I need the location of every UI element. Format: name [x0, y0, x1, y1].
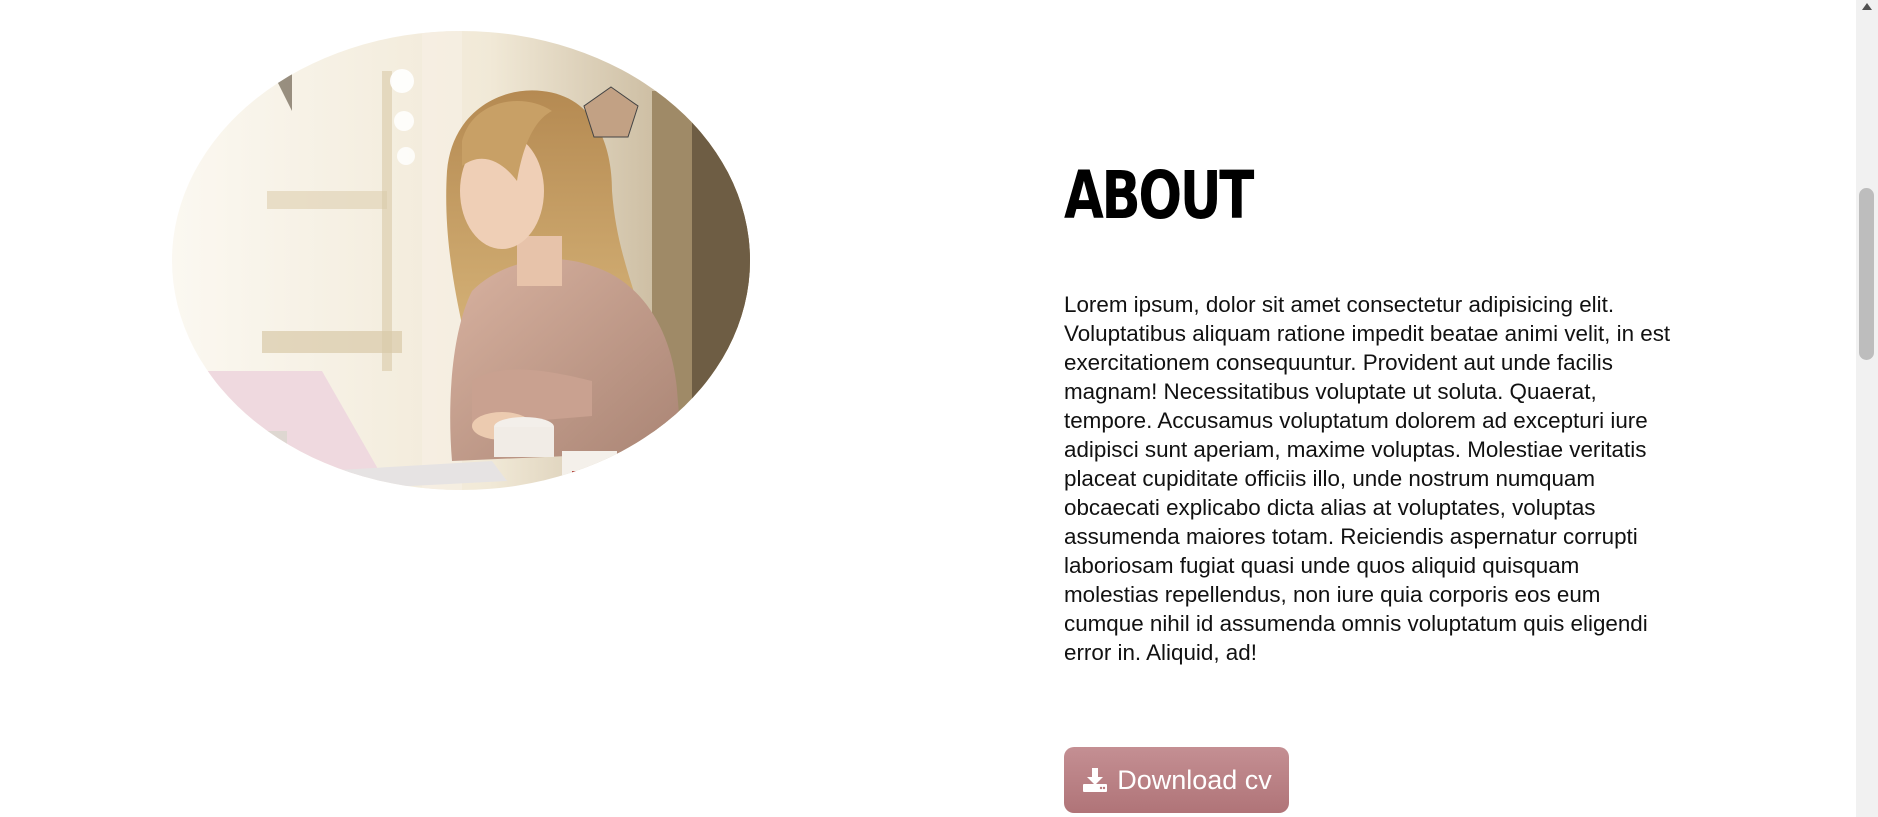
download-icon	[1083, 768, 1108, 792]
download-cv-button[interactable]: Download cv	[1064, 747, 1289, 813]
vertical-scrollbar[interactable]	[1856, 0, 1878, 817]
scrollbar-thumb[interactable]	[1859, 188, 1874, 360]
about-title: About	[1064, 157, 1254, 234]
pentagon-shape	[583, 86, 639, 138]
profile-photo	[172, 31, 750, 490]
scroll-up-arrow-icon[interactable]	[1862, 3, 1872, 10]
about-section: About Lorem ipsum, dolor sit amet consec…	[1064, 160, 1674, 667]
download-cv-label: Download cv	[1117, 764, 1272, 795]
page: About Lorem ipsum, dolor sit amet consec…	[0, 0, 1878, 817]
about-text: Lorem ipsum, dolor sit amet consectetur …	[1064, 292, 1671, 665]
